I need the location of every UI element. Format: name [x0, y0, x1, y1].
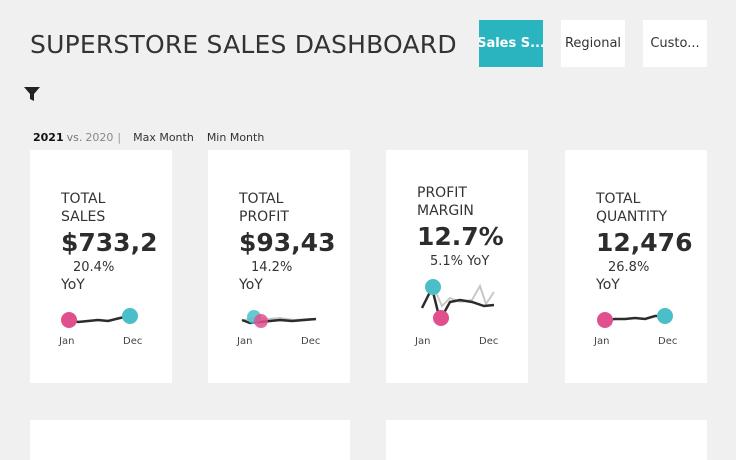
bottom-panel-left — [30, 420, 350, 460]
month-end-label: Dec — [123, 336, 143, 347]
vs-label: vs. — [66, 131, 83, 144]
month-start-label: Jan — [594, 336, 610, 347]
month-end-label: Dec — [658, 336, 678, 347]
kpi-yoy-word: YoY — [596, 277, 620, 293]
kpi-value: $733,2 — [61, 228, 158, 257]
year-controls: 2021 vs. 2020 | Max Month Min Month — [33, 131, 277, 144]
min-marker — [597, 312, 613, 328]
kpi-label: TOTAL PROFIT — [239, 191, 289, 225]
kpi-label: TOTAL QUANTITY — [596, 191, 668, 225]
kpi-card-total-sales: TOTAL SALES $733,2 20.4% YoY Jan Dec — [30, 150, 172, 383]
kpi-yoy-word: YoY — [239, 277, 263, 293]
max-marker — [425, 279, 441, 295]
min-marker — [254, 314, 268, 328]
kpi-value: $93,43 — [239, 228, 336, 257]
tab-customers[interactable]: Custo... — [643, 20, 707, 67]
kpi-yoy-word: YoY — [61, 277, 85, 293]
kpi-yoy-pct: 5.1% YoY — [430, 254, 490, 269]
month-end-label: Dec — [301, 336, 321, 347]
month-start-label: Jan — [237, 336, 253, 347]
sparkline — [597, 308, 673, 328]
page-title: SUPERSTORE SALES DASHBOARD — [30, 30, 457, 59]
kpi-card-total-quantity: TOTAL QUANTITY 12,476 26.8% YoY Jan Dec — [565, 150, 707, 383]
min-marker — [433, 310, 449, 326]
kpi-yoy-pct: 26.8% — [608, 260, 650, 275]
kpi-label: PROFIT MARGIN — [417, 185, 474, 219]
current-year: 2021 — [33, 131, 64, 144]
kpi-label: TOTAL SALES — [61, 191, 106, 225]
controls-separator: | — [117, 131, 122, 144]
month-start-label: Jan — [59, 336, 75, 347]
sparkline — [420, 279, 495, 326]
max-marker — [122, 308, 138, 324]
month-start-label: Jan — [415, 336, 431, 347]
min-marker — [61, 312, 77, 328]
kpi-yoy-pct: 20.4% — [73, 260, 115, 275]
max-month-button[interactable]: Max Month — [133, 131, 194, 144]
kpi-yoy-pct: 14.2% — [251, 260, 293, 275]
min-month-button[interactable]: Min Month — [207, 131, 265, 144]
sparkline — [61, 308, 138, 328]
bottom-panel-right — [386, 420, 707, 460]
kpi-value: 12.7% — [417, 222, 504, 251]
max-marker — [657, 308, 673, 324]
previous-year: 2020 — [85, 131, 114, 144]
kpi-value: 12,476 — [596, 228, 693, 257]
month-end-label: Dec — [479, 336, 499, 347]
tab-sales-summary[interactable]: Sales S... — [479, 20, 543, 67]
kpi-card-profit-margin: PROFIT MARGIN 12.7% 5.1% YoY Jan Dec — [386, 150, 528, 383]
kpi-card-total-profit: TOTAL PROFIT $93,43 14.2% YoY Jan Dec — [208, 150, 350, 383]
sparkline — [241, 310, 317, 328]
filter-icon[interactable] — [24, 86, 40, 102]
tab-regional[interactable]: Regional — [561, 20, 625, 67]
